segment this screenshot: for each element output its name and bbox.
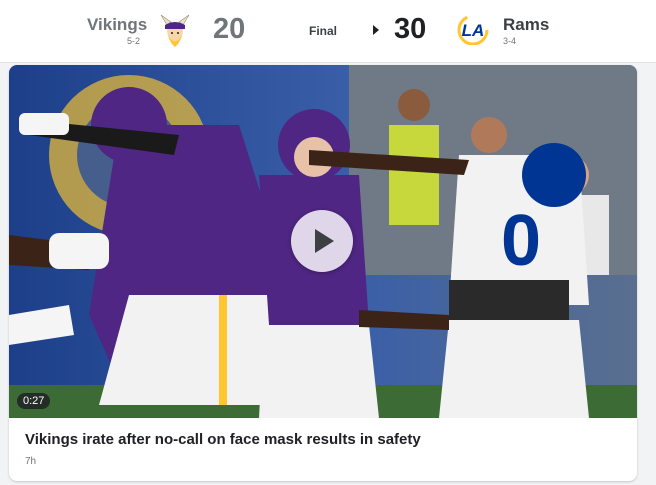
rams-logo: LA: [457, 15, 489, 45]
away-team-score: 30: [394, 13, 427, 45]
video-card[interactable]: 0 0:27 Vikings irate after no-call on fa…: [9, 65, 637, 481]
away-team-name: Rams: [503, 15, 550, 34]
svg-text:LA: LA: [462, 21, 485, 40]
play-button[interactable]: [291, 210, 353, 272]
winner-arrow-icon: [373, 25, 379, 35]
game-status: Final: [309, 24, 338, 38]
home-team-record: 5-2: [127, 36, 141, 46]
published-time: 7h: [25, 456, 37, 467]
video-headline[interactable]: Vikings irate after no-call on face mask…: [25, 431, 421, 448]
scoreboard[interactable]: Vikings 5-2 20 Final 30 LA Rams 3-4: [0, 0, 656, 63]
vikings-logo: [160, 14, 190, 47]
play-icon: [315, 229, 334, 253]
away-team-record: 3-4: [503, 36, 517, 46]
home-team-score: 20: [213, 13, 246, 45]
svg-text:0: 0: [501, 201, 541, 281]
video-duration: 0:27: [17, 393, 51, 409]
home-team-name: Vikings: [87, 15, 148, 34]
